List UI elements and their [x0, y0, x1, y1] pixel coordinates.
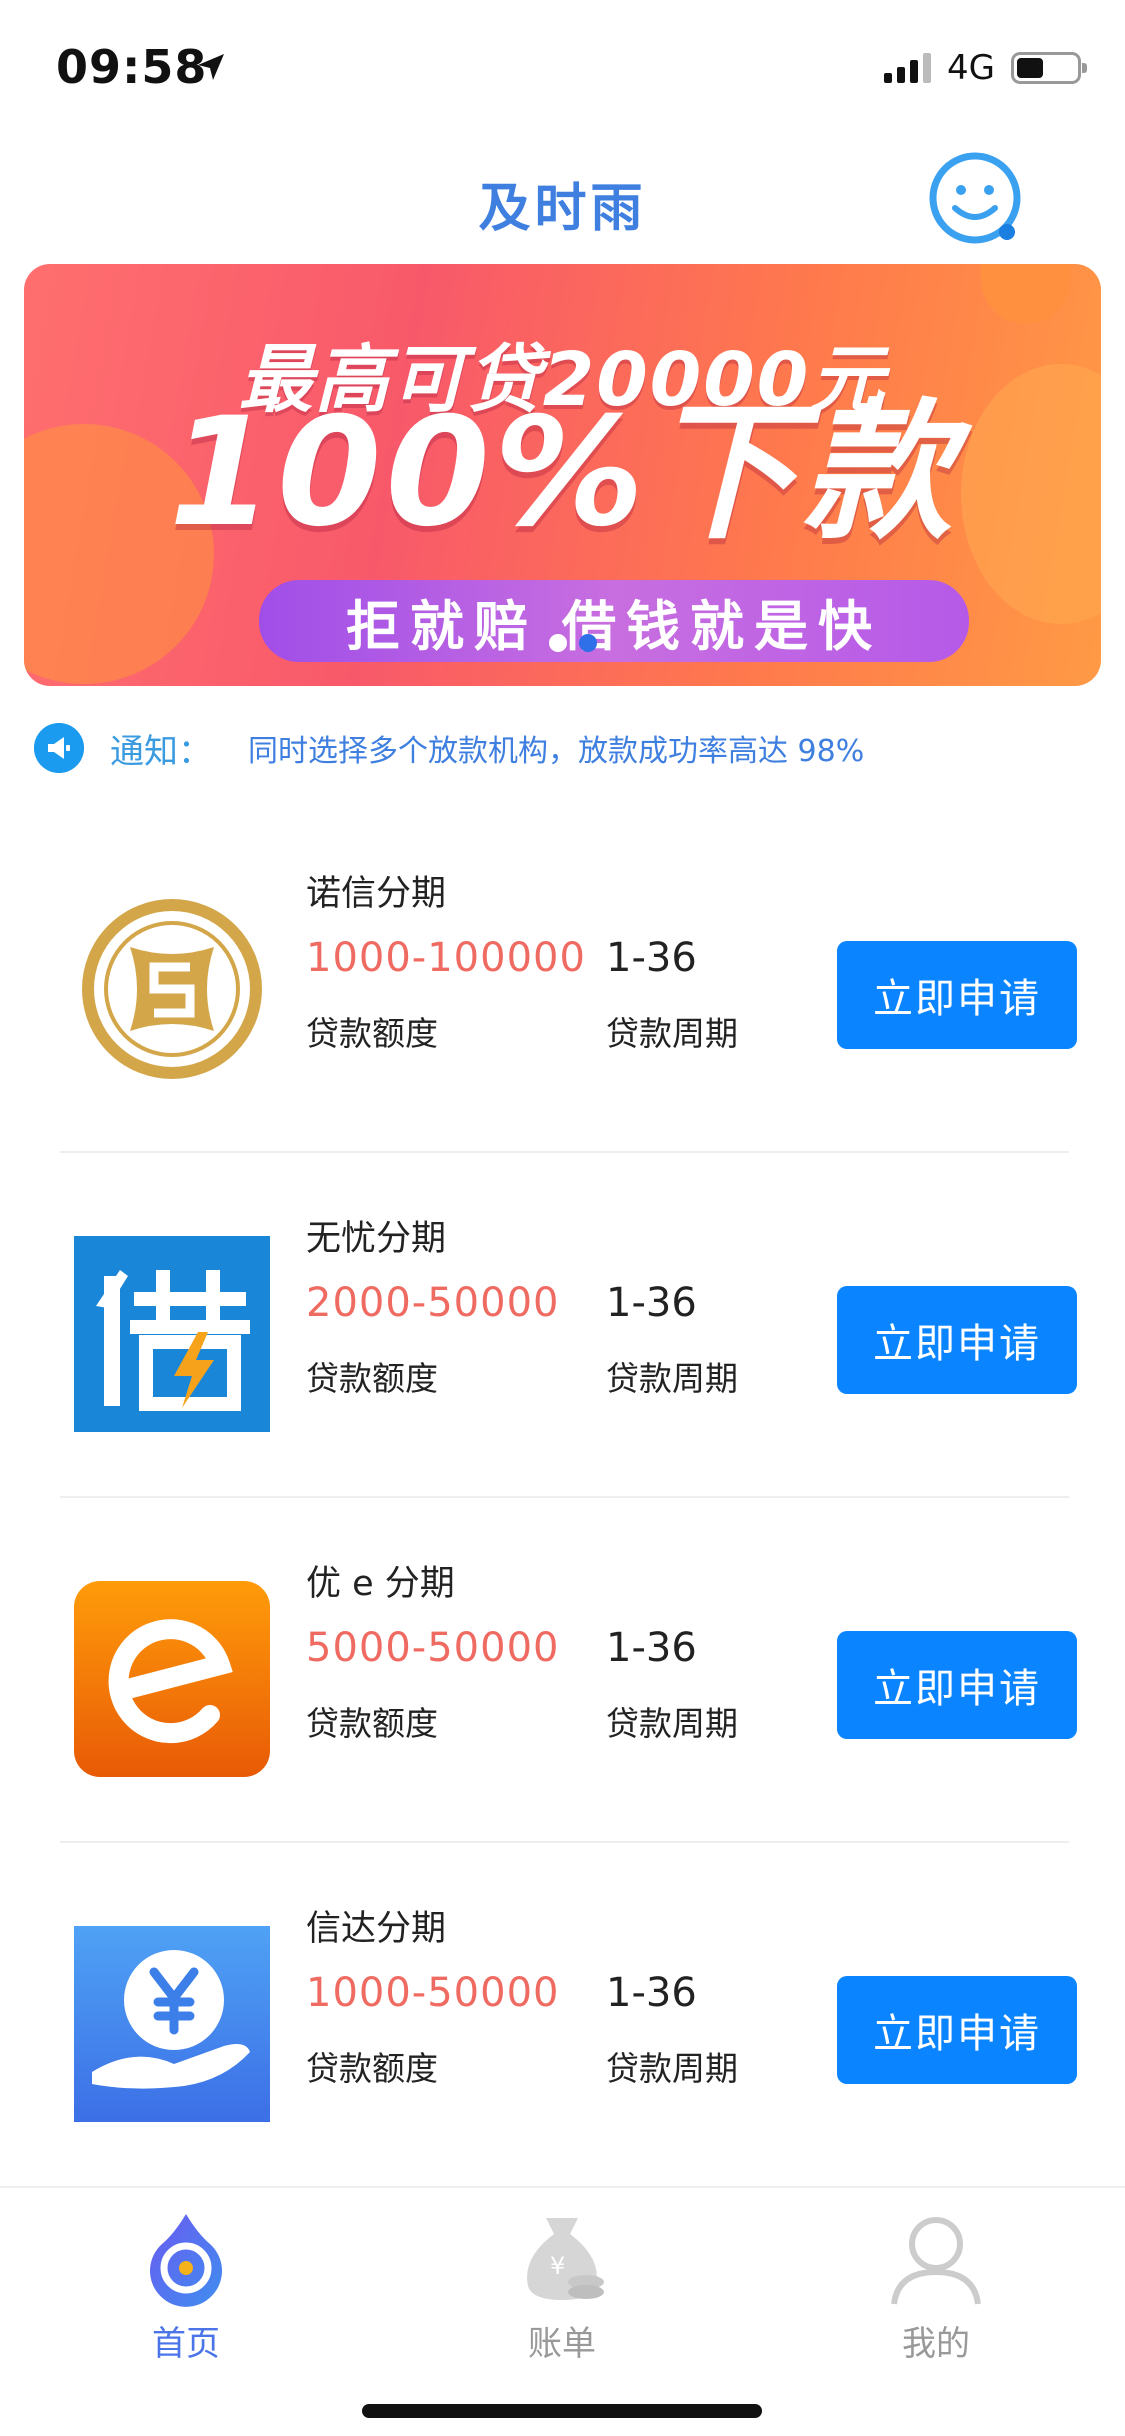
tab-bill[interactable]: ¥ 账单: [462, 2208, 662, 2364]
banner-slogan: 100%下款: [168, 386, 957, 560]
tab-label: 账单: [528, 2324, 596, 2364]
e-letter-logo-icon: [74, 1581, 270, 1777]
user-icon: [891, 2217, 981, 2305]
loan-item[interactable]: 优 e 分期 5000-50000 1-36 贷款额度 贷款周期 立即申请: [0, 1498, 1125, 1843]
status-bar: 09:58 4G: [0, 0, 1125, 140]
loan-name: 信达分期: [306, 1909, 447, 1949]
location-arrow-icon: [198, 54, 224, 80]
apply-button[interactable]: 立即申请: [837, 1631, 1077, 1739]
home-drop-icon: [150, 2214, 222, 2307]
banner-pagination[interactable]: [549, 634, 597, 652]
status-indicators: 4G: [884, 48, 1087, 88]
status-time: 09:58: [56, 40, 208, 94]
loan-amount: 1000-100000: [306, 935, 586, 981]
loan-period-label: 贷款周期: [606, 1359, 738, 1398]
jie-character-logo-icon: [74, 1236, 270, 1432]
loan-period: 1-36: [606, 1280, 697, 1326]
notice-bar: 通知： 同时选择多个放款机构，放款成功率高达 98%: [34, 720, 864, 776]
money-bag-icon: ¥: [527, 2218, 604, 2300]
tab-label: 我的: [902, 2324, 970, 2364]
loan-amount-label: 贷款额度: [306, 2049, 438, 2088]
megaphone-icon: [34, 723, 84, 773]
tab-bar: 首页 ¥ 账单 我的: [0, 2186, 1125, 2436]
banner-tagline: 拒就赔 借钱就是快: [259, 580, 969, 662]
loan-period: 1-36: [606, 1970, 697, 2016]
home-indicator[interactable]: [362, 2404, 762, 2418]
tab-mine[interactable]: 我的: [836, 2208, 1036, 2364]
loan-period: 1-36: [606, 935, 697, 981]
loan-item[interactable]: 无忧分期 2000-50000 1-36 贷款额度 贷款周期 立即申请: [0, 1153, 1125, 1498]
loan-amount-label: 贷款额度: [306, 1014, 438, 1053]
loan-name: 无忧分期: [306, 1219, 447, 1259]
battery-icon: [1011, 52, 1087, 84]
loan-name: 优 e 分期: [306, 1564, 455, 1604]
loan-item[interactable]: 信达分期 1000-50000 1-36 贷款额度 贷款周期 立即申请: [0, 1843, 1125, 2188]
smiley-service-icon[interactable]: [925, 150, 1025, 250]
notice-label: 通知：: [110, 731, 212, 772]
network-type: 4G: [947, 48, 995, 88]
svg-text:¥: ¥: [550, 2252, 565, 2280]
signal-icon: [884, 53, 932, 83]
loan-item[interactable]: 诺信分期 1000-100000 1-36 贷款额度 贷款周期 立即申请: [0, 808, 1125, 1153]
apply-button[interactable]: 立即申请: [837, 1976, 1077, 2084]
loan-amount: 1000-50000: [306, 1970, 560, 2016]
banner-decoration: [981, 264, 1071, 324]
loan-amount: 5000-50000: [306, 1625, 560, 1671]
loan-amount: 2000-50000: [306, 1280, 560, 1326]
loan-period-label: 贷款周期: [606, 1704, 738, 1743]
loan-amount-label: 贷款额度: [306, 1359, 438, 1398]
banner-tagline-right: 借钱就是快: [562, 594, 882, 658]
tab-home[interactable]: 首页: [86, 2208, 286, 2364]
nav-header: 及时雨: [0, 150, 1125, 250]
loan-period: 1-36: [606, 1625, 697, 1671]
app-screen: 09:58 4G 及时雨 最高可贷20000元 100%下款 拒就赔 借钱就是快…: [0, 0, 1125, 2436]
banner-tagline-left: 拒就赔: [346, 594, 538, 658]
loan-name: 诺信分期: [306, 874, 447, 914]
yen-hand-logo-icon: [74, 1926, 270, 2122]
loan-period-label: 贷款周期: [606, 2049, 738, 2088]
loan-period-label: 贷款周期: [606, 1014, 738, 1053]
promo-banner[interactable]: 最高可贷20000元 100%下款 拒就赔 借钱就是快: [24, 264, 1101, 686]
tab-label: 首页: [152, 2324, 220, 2364]
loan-amount-label: 贷款额度: [306, 1704, 438, 1743]
notice-text: 同时选择多个放款机构，放款成功率高达 98%: [248, 734, 865, 769]
nuoxin-coin-logo-icon: [82, 899, 262, 1079]
banner-dot[interactable]: [549, 634, 567, 652]
apply-button[interactable]: 立即申请: [837, 941, 1077, 1049]
apply-button[interactable]: 立即申请: [837, 1286, 1077, 1394]
banner-dot-active[interactable]: [579, 634, 597, 652]
